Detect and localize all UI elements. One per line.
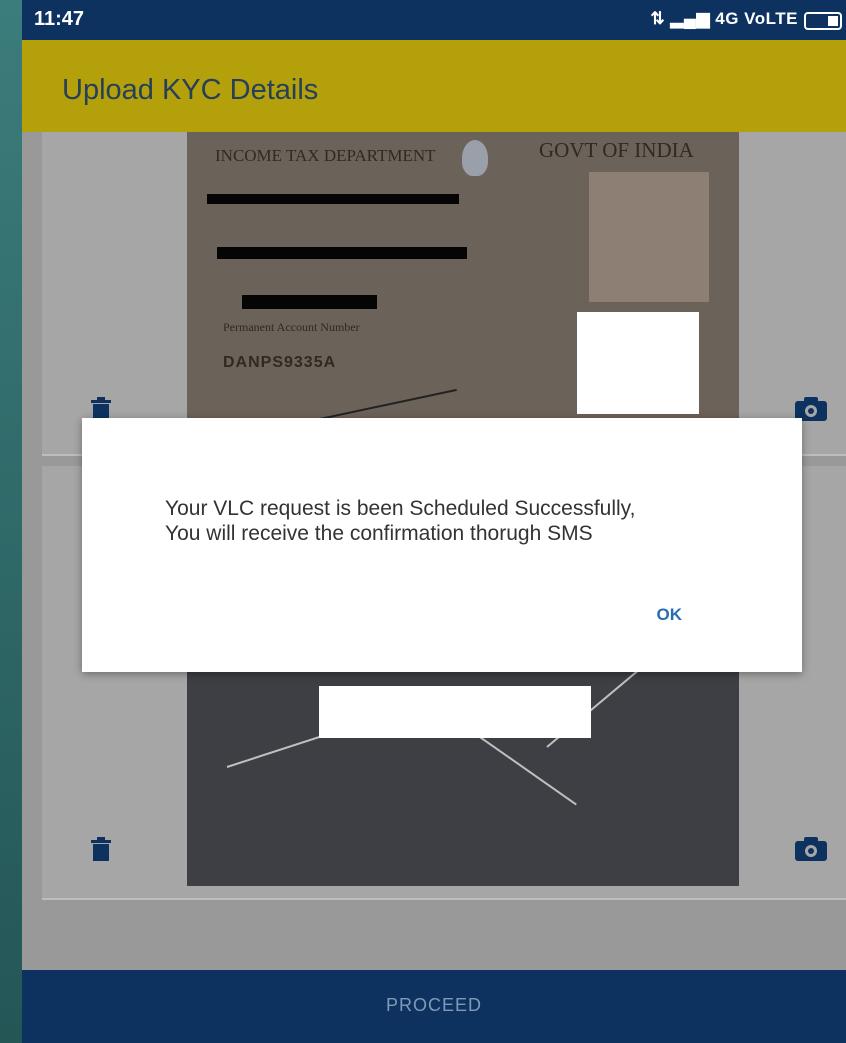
- proceed-label: PROCEED: [385, 995, 482, 1015]
- redacted-dob: [242, 295, 377, 309]
- pan-header-left: INCOME TAX DEPARTMENT: [215, 146, 436, 165]
- network-indicator: ⇅ ▂▄▆ 4G VoLTE: [650, 9, 798, 28]
- pan-header-right: GOVT OF INDIA: [539, 138, 694, 162]
- dialog-message: Your VLC request is been Scheduled Succe…: [165, 497, 636, 545]
- pan-card-image[interactable]: INCOME TAX DEPARTMENT GOVT OF INDIA Perm…: [187, 132, 739, 422]
- desktop-background-strip: [0, 0, 22, 1043]
- confirmation-dialog: Your VLC request is been Scheduled Succe…: [82, 418, 802, 672]
- proceed-button[interactable]: PROCEED: [22, 970, 846, 1043]
- emblem-icon: [462, 140, 488, 176]
- capture-document-button[interactable]: [794, 836, 828, 862]
- redacted-father-name: [217, 247, 467, 259]
- redacted-name: [207, 194, 459, 204]
- redacted-photo-box: [577, 312, 699, 414]
- phone-screen: 11:47 ⇅ ▂▄▆ 4G VoLTE Upload KYC Details …: [22, 0, 846, 1043]
- camera-icon: [795, 837, 827, 861]
- status-bar: 11:47 ⇅ ▂▄▆ 4G VoLTE: [22, 0, 846, 40]
- redacted-box: [319, 686, 591, 738]
- network-label: 4G VoLTE: [715, 9, 798, 28]
- card-hologram: [589, 172, 709, 302]
- delete-document-button[interactable]: [90, 836, 112, 862]
- battery-icon: [804, 12, 842, 30]
- signature: [237, 369, 457, 422]
- ok-button[interactable]: OK: [657, 605, 683, 625]
- document-card-pan: INCOME TAX DEPARTMENT GOVT OF INDIA Perm…: [42, 132, 846, 456]
- status-time: 11:47: [34, 8, 85, 30]
- pan-id-number: DANPS9335A: [223, 354, 337, 371]
- trash-icon: [91, 837, 111, 861]
- page-title: Upload KYC Details: [62, 74, 319, 106]
- pan-id-label: Permanent Account Number: [223, 320, 360, 334]
- app-bar: Upload KYC Details: [22, 40, 846, 132]
